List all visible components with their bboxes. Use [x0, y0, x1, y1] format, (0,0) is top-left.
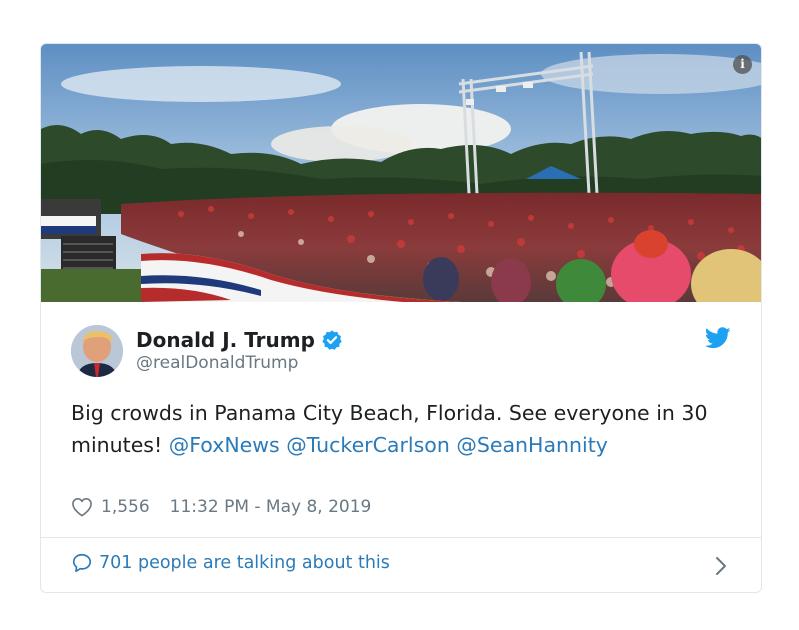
tweet-timestamp[interactable]: 11:32 PM - May 8, 2019 — [170, 497, 372, 517]
like-count[interactable]: 1,556 — [101, 497, 150, 517]
info-icon[interactable]: i — [733, 55, 752, 74]
rally-crowd-photo — [41, 44, 761, 302]
author-name-row[interactable]: Donald J. Trump — [136, 328, 343, 352]
verified-badge-icon — [322, 330, 342, 350]
avatar-image — [71, 325, 123, 377]
twitter-bird-icon[interactable] — [705, 327, 731, 349]
divider — [41, 537, 761, 538]
conversation-label[interactable]: 701 people are talking about this — [99, 553, 390, 573]
speech-bubble-icon — [72, 553, 92, 573]
author-name[interactable]: Donald J. Trump — [136, 328, 315, 352]
mention-seanhannity[interactable]: @SeanHannity — [456, 433, 608, 457]
mention-foxnews[interactable]: @FoxNews — [169, 433, 280, 457]
chevron-right-icon[interactable] — [715, 556, 727, 576]
tweet-photo[interactable]: i — [41, 44, 761, 302]
heart-icon[interactable] — [71, 497, 93, 517]
author-handle[interactable]: @realDonaldTrump — [136, 353, 298, 373]
tweet-text: Big crowds in Panama City Beach, Florida… — [71, 397, 741, 461]
conversation-link[interactable]: 701 people are talking about this — [71, 552, 390, 574]
tweet-meta: 1,556 11:32 PM - May 8, 2019 — [71, 497, 371, 517]
embedded-tweet-card[interactable]: i Donald J. Trump @realDonaldTrump Big c… — [40, 43, 762, 593]
avatar[interactable] — [71, 325, 123, 377]
mention-tuckercarlson[interactable]: @TuckerCarlson — [286, 433, 450, 457]
